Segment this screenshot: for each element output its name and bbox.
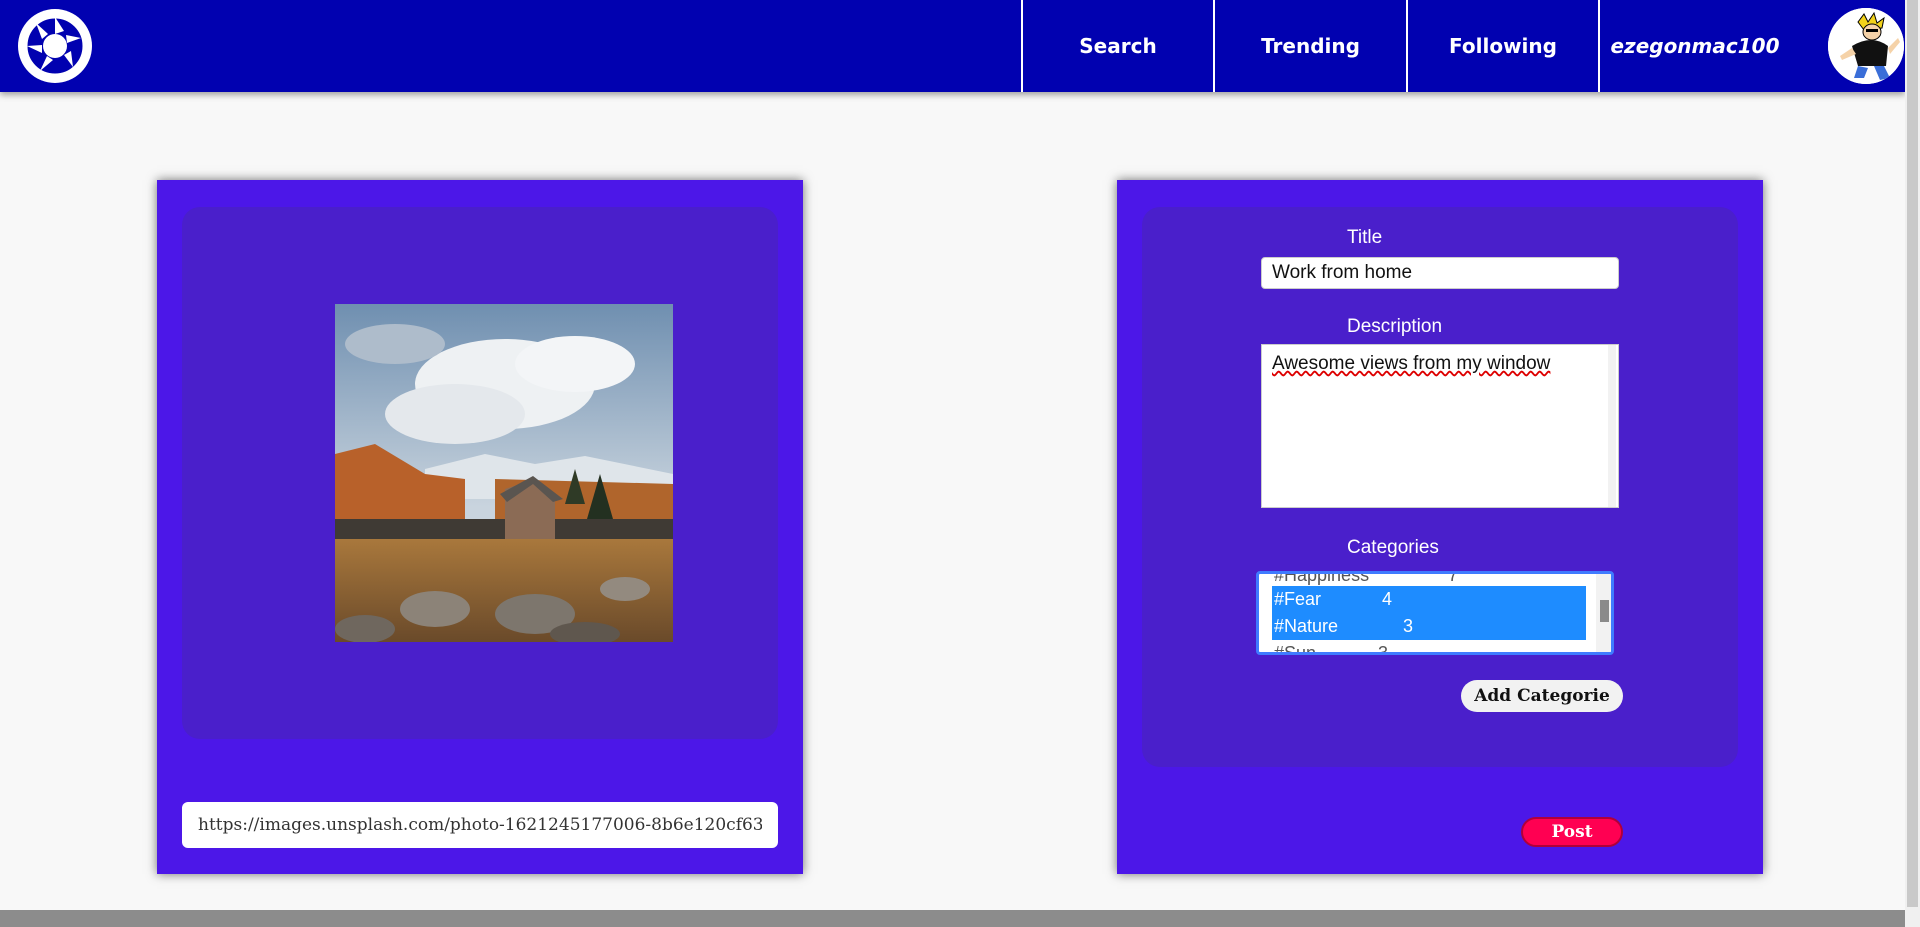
category-name: #Nature bbox=[1274, 616, 1339, 636]
title-label: Title bbox=[1347, 227, 1383, 248]
logo-camera-shutter-icon[interactable] bbox=[18, 9, 92, 83]
categories-label: Categories bbox=[1347, 537, 1439, 558]
description-label: Description bbox=[1347, 316, 1443, 337]
image-url-input[interactable] bbox=[182, 802, 778, 848]
category-count: 3 bbox=[1403, 616, 1414, 636]
page-vertical-scrollbar[interactable] bbox=[1905, 0, 1920, 927]
category-count: 3 bbox=[1378, 643, 1389, 655]
category-name: #Sun bbox=[1274, 643, 1317, 655]
description-scrollbar[interactable] bbox=[1608, 345, 1616, 507]
category-name: #Fear bbox=[1274, 589, 1322, 609]
categories-select[interactable]: #Happiness 7 #Fear 4 #Nature 3 #Sun 3 bbox=[1256, 571, 1614, 655]
nav-trending[interactable]: Trending bbox=[1213, 0, 1406, 92]
category-option[interactable]: #Fear 4 bbox=[1272, 586, 1586, 613]
category-name: #Happiness bbox=[1274, 571, 1370, 585]
nav-username[interactable]: ezegonmac100 bbox=[1598, 0, 1790, 92]
page-bottom-bar bbox=[0, 910, 1905, 927]
top-navigation-bar: Search Trending Following ezegonmac100 bbox=[0, 0, 1906, 92]
nav-following[interactable]: Following bbox=[1406, 0, 1598, 92]
add-category-button[interactable]: Add Categorie bbox=[1461, 680, 1623, 712]
image-preview-area bbox=[182, 207, 778, 739]
page-scrollbar-thumb[interactable] bbox=[1907, 0, 1918, 907]
nav-search[interactable]: Search bbox=[1021, 0, 1213, 92]
user-avatar[interactable] bbox=[1826, 6, 1906, 86]
post-button[interactable]: Post bbox=[1521, 817, 1623, 847]
preview-photo bbox=[335, 304, 673, 642]
category-option[interactable]: #Nature 3 bbox=[1272, 613, 1586, 640]
category-count: 7 bbox=[1448, 571, 1459, 585]
post-form-panel: Title Description Awesome views from my … bbox=[1117, 180, 1763, 874]
category-option[interactable]: #Sun 3 bbox=[1272, 640, 1586, 655]
description-textarea[interactable]: Awesome views from my window bbox=[1261, 344, 1619, 508]
categories-scrollbar[interactable] bbox=[1596, 574, 1611, 652]
category-count: 4 bbox=[1382, 589, 1393, 609]
categories-scrollbar-thumb[interactable] bbox=[1600, 600, 1609, 622]
image-panel bbox=[157, 180, 803, 874]
title-input[interactable] bbox=[1261, 257, 1619, 289]
